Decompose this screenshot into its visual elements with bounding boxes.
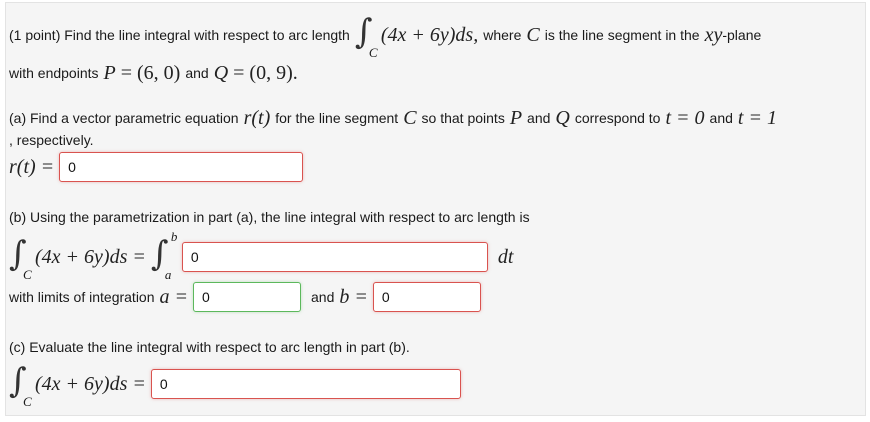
t-zero: t = 0 bbox=[665, 106, 705, 129]
b-eq: b = bbox=[339, 285, 368, 308]
intro-text: (1 point) Find the line integral with re… bbox=[9, 27, 350, 43]
endpoints-text: with endpoints bbox=[9, 65, 99, 81]
plane-var: xy bbox=[704, 23, 723, 46]
integral-lower-C: C bbox=[368, 45, 378, 60]
part-a-curve-C: C bbox=[403, 106, 417, 129]
integrand-expression: (4x + 6y)ds, bbox=[380, 23, 479, 46]
part-a-answer-row: r(t) = bbox=[9, 151, 304, 183]
part-a-Q: Q bbox=[555, 106, 570, 129]
part-b-integral-sign-ab: ∫ b a bbox=[150, 229, 178, 282]
curve-C: C bbox=[526, 23, 540, 46]
part-c-lhs: (4x + 6y)ds = bbox=[35, 372, 146, 395]
and-text: and bbox=[185, 65, 209, 81]
part-a-prompt: (a) Find a vector parametric equation r(… bbox=[9, 105, 777, 131]
a-eq: a = bbox=[159, 285, 189, 308]
integral-sign: ∫ C bbox=[354, 12, 378, 60]
respectively-text: , respectively. bbox=[9, 132, 94, 148]
part-b-integral-sign-C: ∫ C bbox=[9, 234, 32, 282]
part-a-respectively: , respectively. bbox=[9, 130, 94, 150]
part-a-correspond: correspond to bbox=[574, 110, 661, 126]
integrand-input[interactable] bbox=[181, 242, 488, 272]
part-b-limits-row: with limits of integration a = and b = bbox=[9, 281, 481, 313]
problem-statement-line2: with endpoints P = (6, 0) and Q = (0, 9)… bbox=[9, 60, 298, 86]
point-Q-value: = (0, 9). bbox=[233, 61, 298, 84]
plane-suffix: -plane bbox=[722, 27, 762, 43]
part-c-prompt: (c) Evaluate the line integral with resp… bbox=[9, 336, 410, 358]
part-c-integral-sign: ∫ C bbox=[9, 361, 32, 409]
part-a-lhs: r(t) = bbox=[9, 155, 55, 178]
part-c-answer-input[interactable] bbox=[150, 369, 461, 399]
part-b-prompt: (b) Using the parametrization in part (a… bbox=[9, 206, 530, 228]
upper-limit-b: b bbox=[170, 229, 178, 244]
part-c-text: (c) Evaluate the line integral with resp… bbox=[9, 339, 410, 355]
part-a-text-start: (a) Find a vector parametric equation bbox=[9, 110, 239, 126]
part-c-answer-row: ∫ C (4x + 6y)ds = bbox=[9, 361, 461, 409]
point-Q-label: Q bbox=[213, 61, 229, 84]
lower-limit-input[interactable] bbox=[193, 282, 302, 312]
part-b-integral-row: ∫ C (4x + 6y)ds = ∫ b a dt bbox=[9, 229, 514, 282]
point-P-label: P bbox=[103, 61, 116, 84]
problem-statement-line1: (1 point) Find the line integral with re… bbox=[9, 12, 762, 60]
segment-text: is the line segment in the bbox=[544, 27, 700, 43]
r-of-t-input[interactable] bbox=[59, 152, 304, 182]
part-b-lhs: (4x + 6y)ds = bbox=[35, 245, 146, 268]
r-of-t: r(t) bbox=[243, 106, 271, 129]
part-a-and: and bbox=[527, 110, 551, 126]
part-a-text-mid: for the line segment bbox=[275, 110, 399, 126]
limits-and: and bbox=[311, 289, 335, 305]
upper-limit-input[interactable] bbox=[372, 282, 481, 312]
where-text: where bbox=[483, 27, 522, 43]
point-P-value: = (6, 0) bbox=[120, 61, 181, 84]
t-one: t = 1 bbox=[737, 106, 777, 129]
part-b-text: (b) Using the parametrization in part (a… bbox=[9, 209, 530, 225]
part-a-and2: and bbox=[709, 110, 733, 126]
dt-label: dt bbox=[497, 245, 514, 268]
limits-text: with limits of integration bbox=[9, 289, 155, 305]
part-a-text-mid2: so that points bbox=[421, 110, 505, 126]
part-a-P: P bbox=[509, 106, 523, 129]
part-c-lower-C: C bbox=[23, 394, 32, 409]
